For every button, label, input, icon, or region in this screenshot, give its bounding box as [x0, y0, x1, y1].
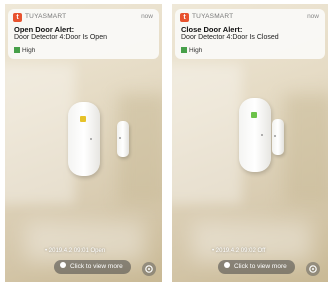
event-log-text: • 2019.4.2 09:02 Off — [212, 248, 266, 254]
notification-header: t TUYASMART now — [180, 13, 319, 23]
sensor-dot — [119, 137, 121, 139]
green-square-icon — [181, 47, 187, 54]
tuya-app-icon: t — [180, 13, 189, 22]
sensor-led-indicator — [251, 112, 257, 118]
gear-icon[interactable] — [306, 262, 320, 276]
sensor-led-indicator — [80, 116, 86, 122]
door-sensor-body — [68, 102, 100, 176]
event-log-text: • 2019.4.2 09:01 Open — [45, 248, 106, 254]
view-more-button[interactable]: Click to view more — [218, 260, 295, 274]
background-blur — [5, 64, 75, 204]
notification-body: Door Detector 4:Door Is Open — [14, 34, 107, 41]
sensor-dot — [274, 135, 276, 137]
left-screen: t TUYASMART now Open Door Alert: Door De… — [5, 4, 162, 282]
notification-card[interactable]: t TUYASMART now Open Door Alert: Door De… — [8, 9, 159, 59]
app-name: TUYASMART — [25, 13, 67, 20]
notification-title: Close Door Alert: — [181, 25, 243, 34]
background-blur — [25, 222, 145, 262]
background-blur — [284, 94, 328, 204]
right-screen: t TUYASMART now Close Door Alert: Door D… — [172, 4, 328, 282]
sensor-dot — [261, 134, 263, 136]
priority-text: High — [189, 47, 203, 54]
gear-icon[interactable] — [142, 262, 156, 276]
view-more-label: Click to view more — [234, 263, 287, 270]
notification-card[interactable]: t TUYASMART now Close Door Alert: Door D… — [175, 9, 325, 59]
tuya-app-icon: t — [13, 13, 22, 22]
green-square-icon — [14, 47, 20, 54]
notification-time: now — [307, 13, 319, 20]
notification-title: Open Door Alert: — [14, 25, 75, 34]
sensor-dot — [90, 138, 92, 140]
background-blur — [172, 64, 242, 204]
view-more-button[interactable]: Click to view more — [54, 260, 131, 274]
notification-time: now — [141, 13, 153, 20]
priority-label: High — [181, 47, 202, 54]
priority-label: High — [14, 47, 35, 54]
info-icon — [224, 262, 230, 269]
priority-text: High — [22, 47, 36, 54]
door-sensor-magnet — [272, 119, 284, 155]
info-icon — [60, 262, 66, 269]
notification-header: t TUYASMART now — [13, 13, 153, 23]
app-name: TUYASMART — [192, 13, 234, 20]
notification-body: Door Detector 4:Door Is Closed — [181, 34, 279, 41]
door-sensor-body — [239, 98, 271, 172]
background-blur — [192, 222, 312, 262]
view-more-label: Click to view more — [70, 263, 123, 270]
door-sensor-magnet — [117, 121, 129, 157]
